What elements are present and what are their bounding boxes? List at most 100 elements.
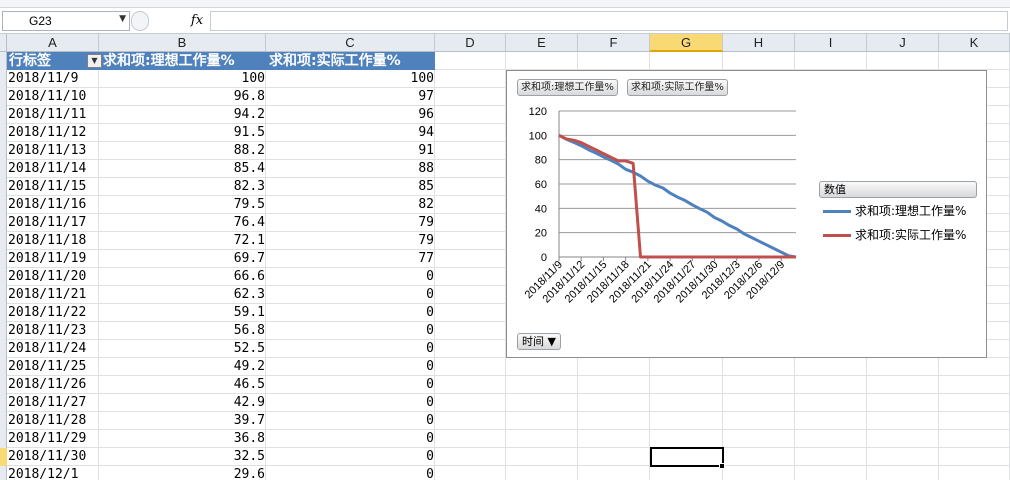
active-cell-g23[interactable]: [650, 447, 724, 467]
pivot-cell-actual[interactable]: 0: [266, 268, 434, 286]
name-box-value: G23: [29, 14, 52, 28]
pivot-cell-date[interactable]: 2018/11/18: [8, 232, 86, 250]
line-chart[interactable]: 求和项:理想工作量% 求和项:实际工作量% 0 20 40 60 80 100 120 201…: [506, 70, 987, 358]
pivot-cell-ideal[interactable]: 66.6: [99, 268, 265, 286]
pivot-cell-ideal[interactable]: 69.7: [99, 250, 265, 268]
insert-function-button[interactable]: fx: [186, 11, 208, 31]
filter-dropdown-icon[interactable]: ▼: [87, 54, 102, 68]
formula-bar-splitter[interactable]: [131, 11, 149, 31]
pivot-cell-ideal[interactable]: 39.7: [99, 412, 265, 430]
pivot-cell-actual[interactable]: 0: [266, 340, 434, 358]
row-header-strip[interactable]: [0, 52, 7, 480]
fill-handle[interactable]: [719, 463, 725, 469]
legend-label-actual: 求和项:实际工作量%: [855, 228, 967, 242]
column-header-k[interactable]: K: [939, 34, 1010, 52]
column-header-g[interactable]: G: [650, 34, 723, 52]
pivot-cell-date[interactable]: 2018/11/12: [8, 124, 86, 142]
pivot-cell-date[interactable]: 2018/11/24: [8, 340, 86, 358]
pivot-cell-ideal[interactable]: 91.5: [99, 124, 265, 142]
column-header-i[interactable]: I: [795, 34, 867, 52]
pivot-cell-actual[interactable]: 96: [266, 106, 434, 124]
pivot-cell-ideal[interactable]: 59.1: [99, 304, 265, 322]
pivot-cell-date[interactable]: 2018/11/15: [8, 178, 86, 196]
pivot-cell-actual[interactable]: 85: [266, 178, 434, 196]
pivot-cell-actual[interactable]: 0: [266, 358, 434, 376]
pivot-cell-ideal[interactable]: 85.4: [99, 160, 265, 178]
pivot-cell-actual[interactable]: 0: [266, 394, 434, 412]
pivot-cell-ideal[interactable]: 46.5: [99, 376, 265, 394]
column-header-j[interactable]: J: [867, 34, 939, 52]
pivot-cell-date[interactable]: 2018/11/19: [8, 250, 86, 268]
pivot-cell-date[interactable]: 2018/11/17: [8, 214, 86, 232]
pivot-cell-date[interactable]: 2018/11/29: [8, 430, 86, 448]
pivot-cell-actual[interactable]: 100: [266, 70, 434, 88]
pivot-cell-actual[interactable]: 91: [266, 142, 434, 160]
pivot-cell-date[interactable]: 2018/11/11: [8, 106, 86, 124]
pivot-row-label-header[interactable]: 行标签: [9, 52, 51, 70]
pivot-cell-actual[interactable]: 0: [266, 304, 434, 322]
pivot-cell-ideal[interactable]: 52.5: [99, 340, 265, 358]
pivot-cell-actual[interactable]: 94: [266, 124, 434, 142]
pivot-cell-actual[interactable]: 0: [266, 412, 434, 430]
pivot-cell-actual[interactable]: 0: [266, 466, 434, 480]
pivot-cell-date[interactable]: 2018/11/25: [8, 358, 86, 376]
pivot-cell-date[interactable]: 2018/11/22: [8, 304, 86, 322]
pivot-cell-date[interactable]: 2018/11/10: [8, 88, 86, 106]
pivot-cell-actual[interactable]: 82: [266, 196, 434, 214]
column-header-d[interactable]: D: [435, 34, 506, 52]
pivot-cell-actual[interactable]: 0: [266, 322, 434, 340]
selected-row-header[interactable]: [0, 448, 7, 466]
pivot-cell-ideal[interactable]: 96.8: [99, 88, 265, 106]
pivot-cell-ideal[interactable]: 29.6: [99, 466, 265, 480]
pivot-cell-actual[interactable]: 0: [266, 286, 434, 304]
pivot-cell-actual[interactable]: 0: [266, 430, 434, 448]
pivot-cell-date[interactable]: 2018/11/20: [8, 268, 86, 286]
pivot-ideal-header[interactable]: 求和项:理想工作量%: [103, 52, 235, 70]
pivot-cell-actual[interactable]: 79: [266, 214, 434, 232]
pivot-cell-ideal[interactable]: 49.2: [99, 358, 265, 376]
y-tick-label: 0: [541, 252, 547, 264]
pivot-cell-ideal[interactable]: 88.2: [99, 142, 265, 160]
column-header-a[interactable]: A: [7, 34, 99, 52]
pivot-cell-ideal[interactable]: 42.9: [99, 394, 265, 412]
pivot-cell-ideal[interactable]: 100: [99, 70, 265, 88]
pivot-cell-ideal[interactable]: 62.3: [99, 286, 265, 304]
column-header-f[interactable]: F: [578, 34, 650, 52]
column-header-h[interactable]: H: [723, 34, 795, 52]
pivot-cell-date[interactable]: 2018/11/14: [8, 160, 86, 178]
pivot-cell-ideal[interactable]: 94.2: [99, 106, 265, 124]
column-header-e[interactable]: E: [506, 34, 578, 52]
column-header-c[interactable]: C: [266, 34, 435, 52]
pivot-cell-date[interactable]: 2018/11/23: [8, 322, 86, 340]
legend-title-button[interactable]: 数值: [819, 181, 977, 198]
pivot-cell-actual[interactable]: 79: [266, 232, 434, 250]
name-box[interactable]: G23 ▼: [2, 11, 130, 31]
pivot-cell-date[interactable]: 2018/12/1: [8, 466, 78, 480]
pivot-cell-actual[interactable]: 0: [266, 448, 434, 466]
pivot-cell-ideal[interactable]: 82.3: [99, 178, 265, 196]
pivot-cell-date[interactable]: 2018/11/16: [8, 196, 86, 214]
column-header-b[interactable]: B: [99, 34, 266, 52]
select-all-corner[interactable]: [0, 34, 7, 52]
pivot-cell-ideal[interactable]: 76.4: [99, 214, 265, 232]
formula-input[interactable]: [210, 11, 1008, 31]
pivot-cell-ideal[interactable]: 36.8: [99, 430, 265, 448]
pivot-cell-date[interactable]: 2018/11/28: [8, 412, 86, 430]
pivot-cell-date[interactable]: 2018/11/27: [8, 394, 86, 412]
pivot-cell-actual[interactable]: 0: [266, 376, 434, 394]
pivot-cell-date[interactable]: 2018/11/9: [8, 70, 78, 88]
pivot-cell-ideal[interactable]: 32.5: [99, 448, 265, 466]
pivot-cell-actual[interactable]: 77: [266, 250, 434, 268]
pivot-cell-date[interactable]: 2018/11/30: [8, 448, 86, 466]
pivot-cell-actual[interactable]: 97: [266, 88, 434, 106]
chevron-down-icon[interactable]: ▼: [119, 14, 126, 24]
pivot-cell-date[interactable]: 2018/11/26: [8, 376, 86, 394]
pivot-cell-date[interactable]: 2018/11/13: [8, 142, 86, 160]
pivot-cell-date[interactable]: 2018/11/21: [8, 286, 86, 304]
pivot-actual-header[interactable]: 求和项:实际工作量%: [269, 52, 401, 70]
axis-field-button-time[interactable]: 时间 ▼: [517, 333, 561, 350]
pivot-cell-ideal[interactable]: 79.5: [99, 196, 265, 214]
pivot-cell-ideal[interactable]: 72.1: [99, 232, 265, 250]
pivot-cell-actual[interactable]: 88: [266, 160, 434, 178]
pivot-cell-ideal[interactable]: 56.8: [99, 322, 265, 340]
